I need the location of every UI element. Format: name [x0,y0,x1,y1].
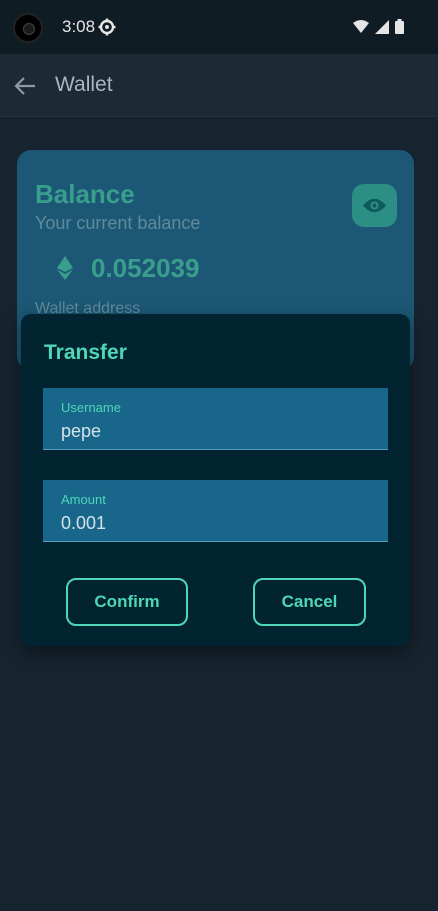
username-label: Username [61,400,121,415]
confirm-button[interactable]: Confirm [66,578,188,626]
dialog-title: Transfer [44,341,127,364]
balance-subtitle: Your current balance [35,213,201,233]
amount-label: Amount [61,492,106,507]
back-arrow-icon[interactable] [14,76,36,96]
balance-title: Balance [35,179,135,209]
wifi-icon [353,20,369,33]
battery-icon [395,19,404,34]
status-time: 3:08 [62,17,96,36]
eye-icon [363,198,386,213]
username-value[interactable]: pepe [61,421,101,442]
signal-icon [375,19,389,34]
toggle-visibility-button[interactable] [352,184,397,227]
amount-field[interactable]: Amount 0.001 [43,480,388,542]
username-field[interactable]: Username pepe [43,388,388,450]
balance-amount: 0.052039 [91,253,200,283]
amount-value[interactable]: 0.001 [61,513,106,534]
camera-cutout-icon [13,13,43,43]
status-icons [353,19,404,34]
cancel-button[interactable]: Cancel [253,578,366,626]
ethereum-icon [57,256,73,280]
gear-icon [98,18,116,36]
page-title: Wallet [55,73,113,96]
